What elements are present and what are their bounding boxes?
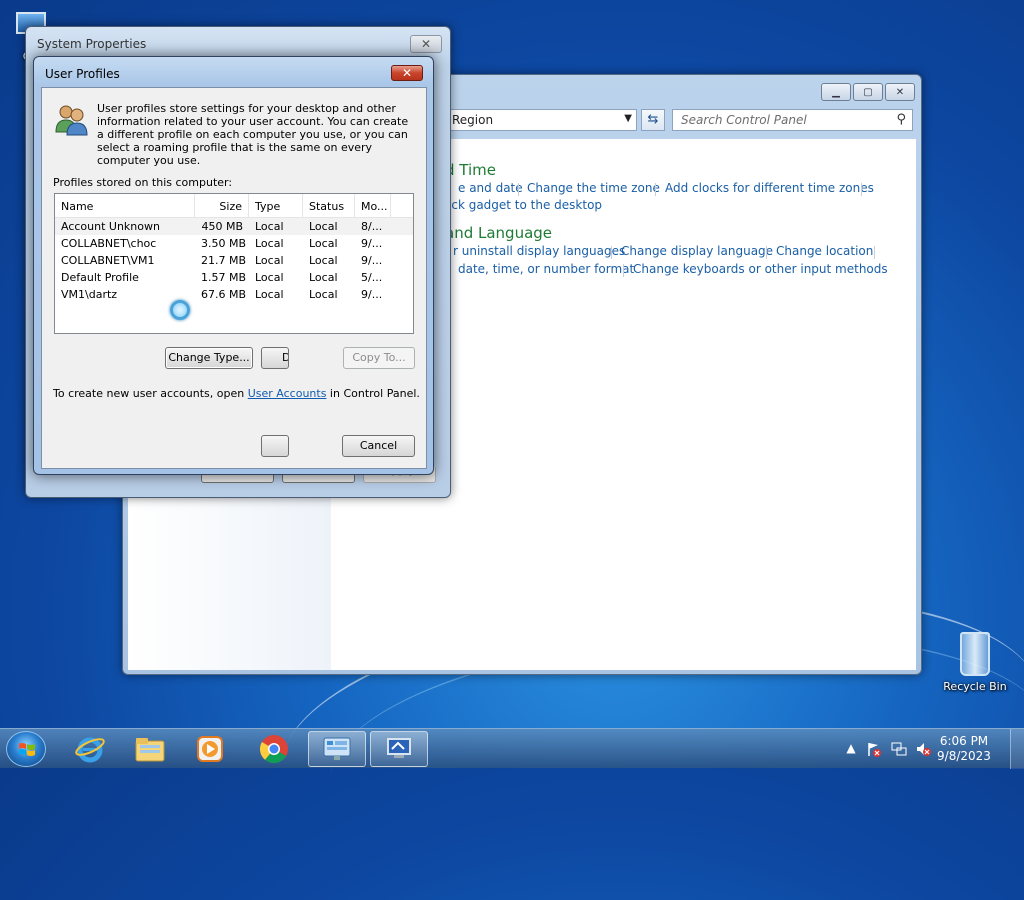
user-profiles-dialog: User Profiles ✕ User profiles store sett…	[33, 56, 434, 475]
number-format-link[interactable]: date, time, or number format	[458, 262, 634, 276]
action-center-flag-icon[interactable]	[866, 741, 882, 757]
show-desktop-button[interactable]	[1010, 729, 1024, 769]
folder-icon	[135, 738, 165, 762]
show-hidden-icons-button[interactable]: ▲	[843, 741, 859, 757]
system-icon	[387, 738, 411, 758]
network-icon[interactable]	[891, 741, 907, 757]
search-input[interactable]: Search Control Panel ⚲	[672, 109, 913, 131]
column-type[interactable]: Type	[249, 194, 303, 217]
system-properties-title: System Properties	[37, 37, 147, 51]
set-date-link[interactable]: e and date	[458, 181, 523, 195]
start-button[interactable]	[6, 731, 46, 767]
display-languages-link[interactable]: r uninstall display languages	[453, 244, 625, 258]
profiles-stored-label: Profiles stored on this computer:	[53, 176, 233, 189]
system-properties-close-button[interactable]: ✕	[410, 35, 442, 53]
table-row[interactable]: COLLABNET\VM1 21.7 MB Local Local 9/...	[55, 252, 413, 269]
table-row[interactable]: Account Unknown 450 MB Local Local 8/...	[55, 218, 413, 235]
table-row[interactable]: Default Profile 1.57 MB Local Local 5/..…	[55, 269, 413, 286]
search-icon[interactable]: ⚲	[896, 112, 906, 127]
busy-cursor-icon	[170, 300, 190, 320]
refresh-button[interactable]: ⇆	[641, 109, 665, 131]
column-status[interactable]: Status	[303, 194, 355, 217]
add-clocks-link[interactable]: Add clocks for different time zones	[665, 181, 874, 195]
search-placeholder: Search Control Panel	[681, 113, 807, 127]
table-row[interactable]: VM1\dartz 67.6 MB Local Local 9/...	[55, 286, 413, 303]
column-modified[interactable]: Mo...	[355, 194, 391, 217]
clock-time: 6:06 PM	[939, 734, 989, 748]
control-panel-taskbar-button[interactable]	[308, 731, 366, 767]
control-panel-icon	[323, 737, 351, 760]
clock-date: 9/8/2023	[937, 749, 991, 763]
user-profiles-close-button[interactable]: ✕	[391, 65, 423, 81]
recycle-bin-label: Recycle Bin	[943, 680, 1007, 693]
internet-explorer-icon	[75, 737, 105, 763]
change-keyboards-link[interactable]: Change keyboards or other input methods	[633, 262, 888, 276]
recycle-bin-desktop-icon[interactable]: Recycle Bin	[940, 630, 1010, 693]
change-display-language-link[interactable]: Change display language	[621, 244, 773, 258]
user-profiles-description: User profiles store settings for your de…	[97, 102, 409, 167]
profiles-list[interactable]: Name Size Type Status Mo... Account Unkn…	[54, 193, 414, 334]
file-explorer-taskbar-button[interactable]	[122, 731, 178, 767]
region-language-heading[interactable]: and Language	[445, 224, 552, 242]
cp-title-buttons: ▁ ▢ ✕	[821, 83, 915, 101]
internet-explorer-taskbar-button[interactable]	[62, 731, 118, 767]
user-profiles-client: User profiles store settings for your de…	[41, 87, 427, 469]
ok-button[interactable]	[261, 435, 289, 457]
chrome-icon	[259, 735, 288, 764]
change-location-link[interactable]: Change location	[776, 244, 873, 258]
address-dropdown-icon[interactable]: ▼	[624, 113, 632, 124]
user-profiles-title: User Profiles	[45, 67, 120, 81]
table-row[interactable]: COLLABNET\choc 3.50 MB Local Local 9/...	[55, 235, 413, 252]
users-icon	[55, 105, 88, 136]
system-properties-taskbar-button[interactable]	[370, 731, 428, 767]
cancel-button[interactable]: Cancel	[342, 435, 415, 457]
refresh-icon: ⇆	[647, 112, 659, 127]
chrome-taskbar-button[interactable]	[246, 731, 302, 767]
recycle-bin-icon	[960, 632, 990, 676]
delete-button[interactable]: D	[261, 347, 289, 369]
change-time-zone-link[interactable]: Change the time zone	[527, 181, 660, 195]
taskbar-clock[interactable]: 6:06 PM 9/8/2023	[934, 734, 994, 764]
profiles-list-header: Name Size Type Status Mo...	[55, 194, 413, 218]
taskbar: ▲ 6:06 PM 9/8/2023	[0, 728, 1024, 769]
user-accounts-link[interactable]: User Accounts	[248, 387, 327, 400]
minimize-button[interactable]: ▁	[821, 83, 851, 101]
create-accounts-text: To create new user accounts, open User A…	[53, 387, 420, 400]
address-bar[interactable]: Region ▼	[443, 109, 637, 131]
column-name[interactable]: Name	[55, 194, 195, 217]
media-player-icon	[197, 736, 223, 762]
change-type-button[interactable]: Change Type...	[165, 347, 253, 369]
clock-gadget-link[interactable]: ock gadget to the desktop	[444, 198, 602, 212]
copy-to-button[interactable]: Copy To...	[343, 347, 415, 369]
close-button[interactable]: ✕	[885, 83, 915, 101]
volume-muted-icon[interactable]	[915, 741, 931, 757]
column-size[interactable]: Size	[195, 194, 249, 217]
maximize-button[interactable]: ▢	[853, 83, 883, 101]
media-player-taskbar-button[interactable]	[182, 731, 238, 767]
date-time-heading[interactable]: d Time	[445, 161, 496, 179]
address-text: Region	[452, 113, 494, 127]
windows-logo-icon	[19, 743, 35, 756]
